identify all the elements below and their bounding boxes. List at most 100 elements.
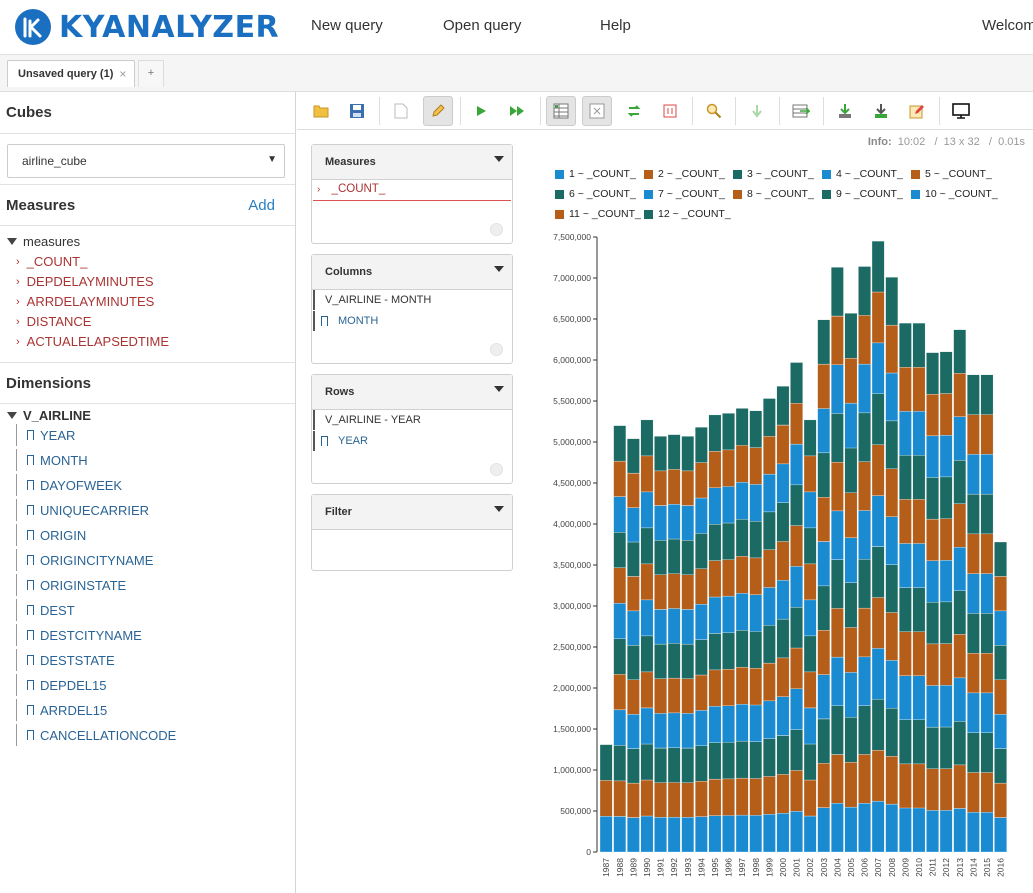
bar-segment[interactable] bbox=[613, 603, 627, 639]
bar-segment[interactable] bbox=[776, 580, 790, 620]
bar-segment[interactable] bbox=[817, 630, 831, 675]
dimension-level-item[interactable]: DEPDEL15 bbox=[16, 674, 106, 696]
bar-segment[interactable] bbox=[749, 631, 763, 669]
bar-segment[interactable] bbox=[695, 710, 708, 746]
bar-segment[interactable] bbox=[939, 560, 953, 603]
bar-segment[interactable] bbox=[858, 266, 871, 316]
bar-segment[interactable] bbox=[790, 770, 803, 812]
bar-segment[interactable] bbox=[885, 372, 899, 422]
bar-segment[interactable] bbox=[994, 714, 1007, 749]
bar-segment[interactable] bbox=[667, 573, 681, 609]
bar-segment[interactable] bbox=[681, 678, 695, 714]
bar-segment[interactable] bbox=[763, 738, 776, 777]
bar-segment[interactable] bbox=[926, 477, 939, 520]
bar-segment[interactable] bbox=[708, 815, 722, 853]
bar-segment[interactable] bbox=[967, 414, 980, 455]
selected-measure-pill[interactable]: › _COUNT_ bbox=[313, 180, 511, 201]
bar-segment[interactable] bbox=[735, 556, 749, 594]
bar-segment[interactable] bbox=[817, 674, 831, 720]
bar-segment[interactable] bbox=[667, 677, 681, 714]
bar-segment[interactable] bbox=[627, 541, 640, 577]
measure-item[interactable]: › ARRDELAYMINUTES bbox=[16, 294, 154, 309]
bar-segment[interactable] bbox=[613, 674, 627, 710]
bar-segment[interactable] bbox=[681, 782, 695, 818]
bar-segment[interactable] bbox=[858, 754, 871, 804]
bar-segment[interactable] bbox=[953, 329, 967, 374]
bar-segment[interactable] bbox=[912, 719, 926, 765]
bar-segment[interactable] bbox=[817, 408, 831, 453]
bar-segment[interactable] bbox=[722, 815, 735, 853]
bar-segment[interactable] bbox=[803, 707, 817, 745]
bar-segment[interactable] bbox=[613, 425, 627, 462]
bar-segment[interactable] bbox=[912, 411, 926, 456]
bar-segment[interactable] bbox=[599, 816, 613, 853]
nav-new-query[interactable]: New query bbox=[311, 17, 383, 34]
bar-segment[interactable] bbox=[980, 652, 994, 694]
bar-segment[interactable] bbox=[926, 518, 939, 561]
dimension-level-item[interactable]: DESTSTATE bbox=[16, 649, 115, 671]
bar-segment[interactable] bbox=[722, 705, 735, 743]
bar-segment[interactable] bbox=[831, 803, 844, 853]
bar-segment[interactable] bbox=[695, 462, 708, 499]
bar-segment[interactable] bbox=[640, 635, 654, 673]
bar-segment[interactable] bbox=[667, 643, 681, 679]
bar-segment[interactable] bbox=[654, 574, 667, 610]
bar-segment[interactable] bbox=[708, 706, 722, 743]
bar-segment[interactable] bbox=[844, 358, 858, 404]
columns-panel-header[interactable]: Columns bbox=[312, 255, 512, 290]
bar-segment[interactable] bbox=[654, 609, 667, 645]
bar-segment[interactable] bbox=[708, 742, 722, 780]
dimension-level-item[interactable]: ORIGIN bbox=[16, 524, 86, 546]
bar-segment[interactable] bbox=[926, 352, 939, 395]
bar-segment[interactable] bbox=[844, 717, 858, 763]
bar-segment[interactable] bbox=[912, 455, 926, 500]
bar-segment[interactable] bbox=[844, 806, 858, 853]
bar-segment[interactable] bbox=[681, 540, 695, 575]
bar-segment[interactable] bbox=[667, 538, 681, 574]
bar-segment[interactable] bbox=[803, 635, 817, 673]
bar-segment[interactable] bbox=[613, 709, 627, 746]
bar-segment[interactable] bbox=[763, 662, 776, 702]
bar-segment[interactable] bbox=[980, 692, 994, 733]
bar-segment[interactable] bbox=[899, 763, 912, 809]
run-icon[interactable] bbox=[466, 96, 496, 126]
bar-segment[interactable] bbox=[735, 593, 749, 631]
bar-segment[interactable] bbox=[858, 412, 871, 462]
run-automatic-icon[interactable] bbox=[502, 96, 532, 126]
add-tab-button[interactable]: + bbox=[138, 60, 164, 87]
bar-segment[interactable] bbox=[749, 484, 763, 522]
nav-open-query[interactable]: Open query bbox=[443, 17, 521, 34]
bar-segment[interactable] bbox=[654, 782, 667, 818]
bar-segment[interactable] bbox=[708, 451, 722, 488]
chevron-down-icon[interactable] bbox=[494, 506, 504, 512]
bar-segment[interactable] bbox=[831, 364, 844, 414]
bar-segment[interactable] bbox=[953, 721, 967, 766]
rows-panel-header[interactable]: Rows bbox=[312, 375, 512, 410]
bar-segment[interactable] bbox=[844, 627, 858, 673]
bar-segment[interactable] bbox=[939, 476, 953, 519]
bar-segment[interactable] bbox=[790, 443, 803, 486]
bar-segment[interactable] bbox=[654, 747, 667, 783]
bar-segment[interactable] bbox=[967, 493, 980, 535]
bar-segment[interactable] bbox=[885, 756, 899, 805]
bar-segment[interactable] bbox=[735, 482, 749, 520]
bar-segment[interactable] bbox=[885, 803, 899, 853]
hierarchy-pill[interactable]: V_AIRLINE - YEAR bbox=[313, 410, 503, 430]
bar-segment[interactable] bbox=[749, 668, 763, 706]
bar-segment[interactable] bbox=[831, 413, 844, 463]
bar-segment[interactable] bbox=[613, 567, 627, 604]
bar-segment[interactable] bbox=[681, 574, 695, 610]
bar-segment[interactable] bbox=[899, 675, 912, 720]
bar-segment[interactable] bbox=[899, 543, 912, 588]
bar-segment[interactable] bbox=[654, 713, 667, 749]
cube-select[interactable]: airline_cube ▼ bbox=[7, 144, 285, 178]
chevron-down-icon[interactable] bbox=[494, 386, 504, 392]
bar-segment[interactable] bbox=[817, 807, 831, 853]
measure-item[interactable]: › _COUNT_ bbox=[16, 254, 87, 269]
bar-segment[interactable] bbox=[871, 597, 885, 649]
bar-segment[interactable] bbox=[817, 497, 831, 542]
chevron-down-icon[interactable] bbox=[494, 266, 504, 272]
bar-segment[interactable] bbox=[939, 643, 953, 686]
bar-segment[interactable] bbox=[803, 491, 817, 529]
level-pill[interactable]: YEAR bbox=[313, 431, 503, 451]
